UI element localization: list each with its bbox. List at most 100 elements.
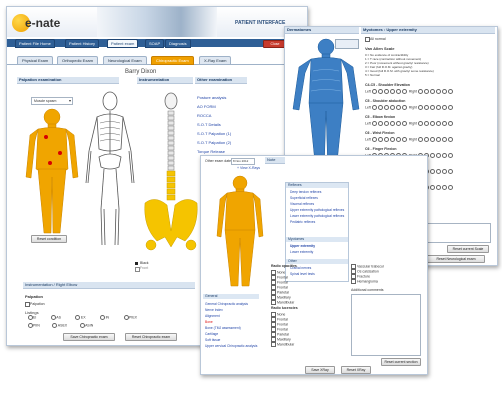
general-link[interactable]: General Chiropractic analysis [205,302,248,306]
grade-radio[interactable] [390,105,396,110]
grade-radio[interactable] [448,105,454,110]
grade-radio[interactable] [442,137,448,142]
option-checkbox[interactable] [271,342,276,347]
reset-neurological-exam-button[interactable]: Reset Neurological exam [427,255,485,263]
option-checkbox[interactable] [271,300,276,305]
grade-radio[interactable] [372,137,378,142]
additional-comments-textarea[interactable] [351,294,421,356]
myotome-link[interactable]: Upper extremity [290,244,315,248]
listing-radio[interactable] [79,323,85,328]
tab-patient-file-home[interactable]: Patient File Home [15,39,55,48]
reset-scale-button[interactable]: Reset current Scale [447,245,489,253]
grade-radio[interactable] [436,89,442,94]
tab-diagnosis[interactable]: Diagnosis [165,39,191,48]
lucency-option[interactable]: Mandibular [271,342,294,347]
link-sot-details[interactable]: S.O.T Details [197,122,221,127]
listing-radio[interactable] [27,315,33,320]
skeleton-figure[interactable] [79,91,141,251]
option-checkbox[interactable] [351,279,356,284]
general-link[interactable]: Soft tissue [205,338,220,342]
reset-current-section-button[interactable]: Reset current section [381,358,421,366]
tab-patient-exam[interactable]: Patient exam [107,39,139,48]
grade-radio[interactable] [390,121,396,126]
grade-radio[interactable] [390,89,396,94]
link-torque-release[interactable]: Torque Release [197,149,225,154]
general-link[interactable]: Upper cervical Chiropractic analysis [205,344,257,348]
finding-option[interactable]: Hemangioma [351,279,378,284]
grade-radio[interactable] [424,137,430,142]
tab-soap[interactable]: SOAP [145,39,165,48]
grade-radio[interactable] [402,105,408,110]
grade-radio[interactable] [430,185,436,190]
grade-radio[interactable] [436,137,442,142]
grade-radio[interactable] [430,169,436,174]
reflex-link[interactable]: Upper extremity pathological reflexes [290,208,344,212]
grade-radio[interactable] [378,89,384,94]
general-link[interactable]: Cartilage [205,332,218,336]
tab-neurological-exam[interactable]: Neurological Exam [103,56,147,65]
grade-radio[interactable] [396,137,402,142]
grade-radio[interactable] [436,153,442,158]
link-sot-palpation-2[interactable]: S.O.T Palpation (2) [197,140,231,145]
listing-radio[interactable] [27,323,33,328]
save-chiropractic-exam-button[interactable]: Save Chiropractic exam [63,333,115,341]
save-xray-button[interactable]: Save XRay [305,366,335,374]
opacity-option[interactable]: Mandibular [271,300,294,305]
grade-radio[interactable] [418,105,424,110]
reflex-link[interactable]: Superficial reflexes [290,196,318,200]
spine-pelvis-figure[interactable] [141,91,201,261]
reflex-link[interactable]: Pediatric reflexes [290,220,315,224]
myotome-link[interactable]: Lower extremity [290,250,313,254]
grade-radio[interactable] [424,89,430,94]
grade-radio[interactable] [384,137,390,142]
grade-radio[interactable] [384,121,390,126]
reset-chiropractic-exam-button[interactable]: Reset Chiropractic exam [125,333,177,341]
grade-radio[interactable] [436,185,442,190]
grade-radio[interactable] [384,89,390,94]
grade-radio[interactable] [430,121,436,126]
grade-radio[interactable] [372,89,378,94]
grade-radio[interactable] [430,137,436,142]
reset-xray-button[interactable]: Reset XRay [341,366,371,374]
palpation-body-figure[interactable] [22,107,82,237]
tab-xray-exam[interactable]: X-Ray Exam [199,56,232,65]
tab-orthopedic-exam[interactable]: Orthopedic Exam [57,56,98,65]
general-link[interactable]: Nerve Index [205,308,223,312]
general-link-active[interactable]: Bone [205,320,213,324]
other-link[interactable]: Spinal level tests [290,272,315,276]
muscle-select[interactable]: Muscle spasm ▾ [31,97,73,105]
grade-radio[interactable] [442,121,448,126]
grade-radio[interactable] [448,121,454,126]
general-link[interactable]: Bone (TMJ assessment) [205,326,241,330]
tab-patient-history[interactable]: Patient History [65,39,100,48]
reflex-link[interactable]: Deep tendon reflexes [290,190,321,194]
grade-radio[interactable] [424,121,430,126]
grade-radio[interactable] [418,137,424,142]
listing-radio[interactable] [100,315,106,320]
grade-radio[interactable] [442,105,448,110]
grade-radio[interactable] [396,105,402,110]
grade-radio[interactable] [402,121,408,126]
tab-physical-exam[interactable]: Physical Exam [17,56,54,65]
grade-radio[interactable] [442,153,448,158]
grade-radio[interactable] [372,121,378,126]
grade-radio[interactable] [436,105,442,110]
grade-radio[interactable] [448,169,454,174]
grade-radio[interactable] [372,105,378,110]
grade-radio[interactable] [448,137,454,142]
grade-radio[interactable] [396,121,402,126]
grade-radio[interactable] [442,169,448,174]
general-link[interactable]: Alignment [205,314,220,318]
view-xrays-link[interactable]: + View X-Rays [237,166,260,170]
reflex-link[interactable]: Visceral reflexes [290,202,314,206]
grade-radio[interactable] [402,89,408,94]
grade-radio[interactable] [430,105,436,110]
all-normal-row[interactable]: All normal [365,37,386,43]
xray-body-figure[interactable] [215,174,265,289]
grade-radio[interactable] [448,89,454,94]
grade-radio[interactable] [378,137,384,142]
listing-radio[interactable] [75,315,81,320]
grade-radio[interactable] [448,153,454,158]
grade-radio[interactable] [430,89,436,94]
link-sot-palpation-1[interactable]: S.O.T Palpation (1) [197,131,231,136]
